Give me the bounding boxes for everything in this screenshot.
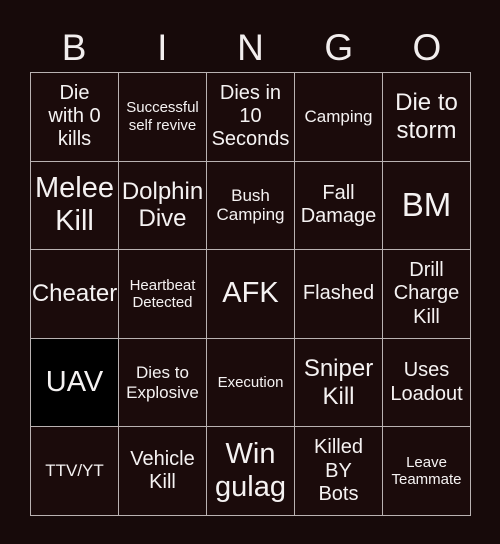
bingo-cell[interactable]: TTV/YT	[31, 427, 119, 516]
bingo-header-letter: O	[412, 26, 442, 68]
bingo-cell[interactable]: Bush Camping	[207, 161, 295, 251]
bingo-cell[interactable]: Cheater	[31, 250, 119, 339]
bingo-cell[interactable]: Win gulag	[207, 427, 295, 516]
bingo-cell[interactable]: BM	[383, 161, 471, 251]
bingo-cell[interactable]: Melee Kill	[31, 161, 119, 251]
bingo-header-letter: B	[61, 26, 87, 68]
bingo-cell[interactable]: Die with 0 kills	[31, 73, 119, 162]
bingo-cell[interactable]: Dies in 10 Seconds	[207, 73, 295, 162]
bingo-cell[interactable]: Die to storm	[383, 73, 471, 162]
bingo-cell[interactable]: Killed BY Bots	[295, 427, 383, 516]
bingo-cell[interactable]: Leave Teammate	[383, 427, 471, 516]
bingo-cell[interactable]: Sniper Kill	[295, 338, 383, 428]
bingo-card: B I N G O Die with 0 kills Successful self re…	[0, 0, 500, 544]
bingo-cell[interactable]: Drill Charge Kill	[383, 250, 471, 339]
bingo-header: BINGO	[30, 22, 471, 72]
bingo-cell[interactable]: Flashed	[295, 250, 383, 339]
bingo-header-letter: G	[324, 26, 354, 68]
bingo-cell[interactable]: Dies to Explosive	[119, 338, 207, 428]
bingo-cell[interactable]: Fall Damage	[295, 161, 383, 251]
bingo-cell[interactable]: Vehicle Kill	[119, 427, 207, 516]
bingo-cell[interactable]: Uses Loadout	[383, 338, 471, 428]
bingo-cell[interactable]: Heartbeat Detected	[119, 250, 207, 339]
bingo-cell[interactable]: Dolphin Dive	[119, 161, 207, 251]
bingo-cell[interactable]: Execution	[207, 338, 295, 428]
bingo-header-letter: I	[157, 26, 168, 68]
bingo-grid: Die with 0 kills Successful self revive Di…	[30, 72, 471, 516]
bingo-cell[interactable]: UAV	[31, 338, 119, 428]
bingo-header-letter: N	[237, 26, 264, 68]
bingo-cell[interactable]: Successful self revive	[119, 73, 207, 162]
bingo-cell[interactable]: Camping	[295, 73, 383, 162]
bingo-cell[interactable]: AFK	[207, 250, 295, 339]
